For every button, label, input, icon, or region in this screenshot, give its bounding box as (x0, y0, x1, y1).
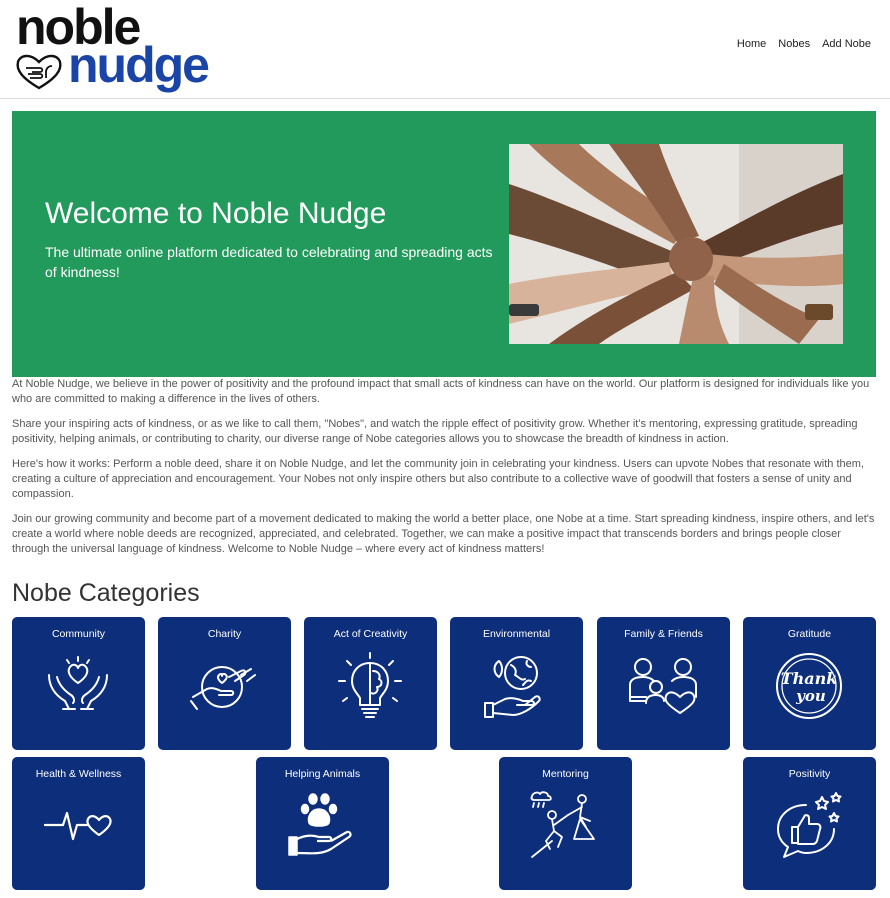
category-label: Gratitude (787, 628, 832, 640)
nav-home-link[interactable]: Home (737, 38, 766, 50)
logo-nudge-text: nudge (68, 37, 210, 93)
hero-subtitle: The ultimate online platform dedicated t… (45, 244, 493, 280)
category-card-mentoring[interactable]: Mentoring (499, 757, 632, 890)
hands-heart-icon (48, 656, 108, 710)
family-icon (629, 658, 697, 714)
category-label: Health & Wellness (35, 768, 122, 780)
category-card-act-of-creativity[interactable]: Act of Creativity (304, 617, 437, 750)
thank-you-icon: Thank you (776, 653, 842, 719)
category-label: Positivity (788, 768, 831, 780)
hands-together-image (509, 144, 843, 344)
nav-nobes-link[interactable]: Nobes (778, 38, 810, 50)
svg-text:you: you (795, 687, 826, 705)
intro-text: At Noble Nudge, we believe in the power … (12, 377, 878, 567)
hero-banner: Welcome to Noble Nudge The ultimate onli… (12, 111, 876, 377)
category-label: Charity (207, 628, 242, 640)
hero-title: Welcome to Noble Nudge (45, 197, 387, 230)
lightbulb-brain-icon (338, 652, 402, 718)
intro-paragraph: At Noble Nudge, we believe in the power … (12, 378, 870, 405)
category-card-family-friends[interactable]: Family & Friends (597, 617, 730, 750)
categories-heading: Nobe Categories (12, 579, 200, 607)
category-label: Helping Animals (284, 768, 361, 780)
category-label: Act of Creativity (333, 628, 408, 640)
climbing-help-icon (530, 791, 595, 858)
logo[interactable]: noble nudge (14, 2, 214, 93)
category-label: Environmental (482, 628, 551, 640)
nav-add-nobe-link[interactable]: Add Nobe (822, 38, 871, 50)
category-card-health-wellness[interactable]: Health & Wellness (12, 757, 145, 890)
earth-hand-icon (484, 656, 541, 718)
category-label: Family & Friends (624, 628, 703, 640)
category-card-community[interactable]: Community (12, 617, 145, 750)
main-nav: Home Nobes Add Nobe (737, 38, 871, 50)
category-label: Community (51, 628, 106, 640)
category-label: Mentoring (542, 768, 589, 780)
category-card-environmental[interactable]: Environmental (450, 617, 583, 750)
category-card-helping-animals[interactable]: Helping Animals (256, 757, 389, 890)
category-card-charity[interactable]: Charity (158, 617, 291, 750)
site-header: noble nudge Home Nobes Add Nobe (0, 0, 890, 99)
paw-hand-icon (288, 793, 352, 856)
thumbs-up-icon (777, 792, 842, 858)
heart-hands-logo-icon (16, 54, 62, 90)
svg-text:Thank: Thank (781, 669, 838, 688)
category-card-positivity[interactable]: Positivity (743, 757, 876, 890)
heartbeat-icon (43, 811, 112, 841)
category-card-gratitude[interactable]: Gratitude Thank you (743, 617, 876, 750)
intro-paragraph: Share your inspiring acts of kindness, o… (12, 418, 858, 445)
intro-paragraph: Here's how it works: Perform a noble dee… (12, 458, 864, 500)
intro-paragraph: Join our growing community and become pa… (12, 513, 875, 555)
giving-hand-icon (190, 666, 256, 710)
